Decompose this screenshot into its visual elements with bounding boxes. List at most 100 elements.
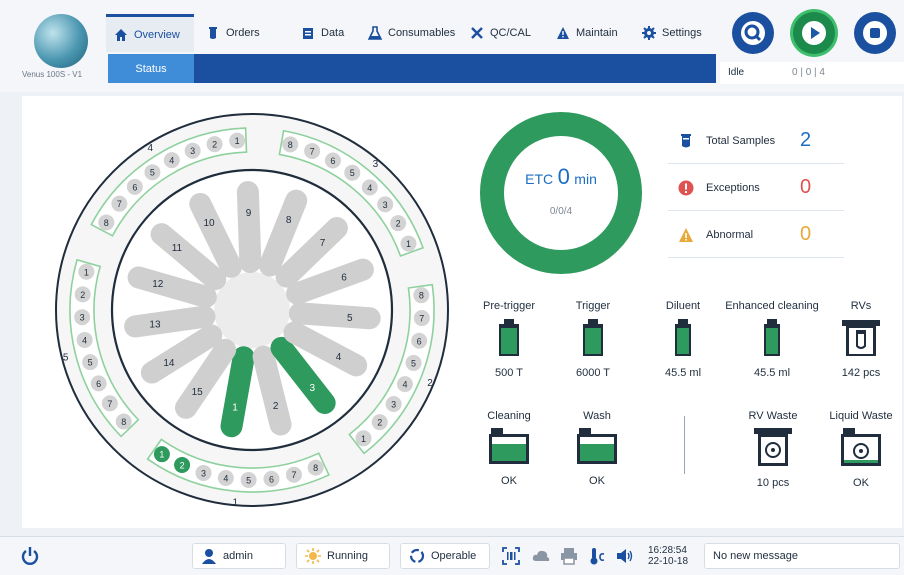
- reaction-position-label: 8: [286, 215, 292, 226]
- time-value: 16:28:54: [648, 545, 687, 556]
- tube-icon: [209, 27, 217, 39]
- play-icon: [802, 21, 826, 45]
- barcode-scanner-icon[interactable]: [502, 547, 520, 565]
- etc-unit: min: [574, 171, 597, 187]
- reaction-position-label: 2: [273, 401, 279, 412]
- reaction-position-label: 3: [310, 383, 316, 394]
- user-button[interactable]: admin: [192, 543, 286, 569]
- tab-consumables[interactable]: Consumables: [360, 14, 463, 52]
- speaker-icon[interactable]: [616, 547, 634, 565]
- consumable-liquid-waste[interactable]: Liquid Waste OK: [822, 410, 900, 489]
- tab-settings[interactable]: Settings: [634, 14, 710, 52]
- sample-slot-label: 7: [107, 399, 112, 409]
- tab-label: Data: [321, 27, 345, 39]
- summary-label: Abnormal: [706, 228, 754, 241]
- sample-slot-label: 3: [190, 146, 195, 156]
- top-header: Venus 100S - V1 Overview Orders Data Con…: [0, 0, 904, 92]
- consumable-value: OK: [501, 475, 517, 487]
- sample-slot-label: 3: [391, 400, 396, 410]
- consumable-value: OK: [589, 475, 605, 487]
- reaction-position-label: 9: [246, 208, 252, 219]
- thermometer-icon[interactable]: [588, 547, 606, 565]
- consumable-diluent[interactable]: Diluent 45.5 ml: [648, 300, 718, 379]
- clock: 16:28:54 22-10-18: [648, 545, 688, 567]
- clipboard-icon: [303, 28, 313, 39]
- sample-slot-label: 3: [201, 468, 206, 478]
- consumable-rv-waste[interactable]: RV Waste 10 pcs: [738, 410, 808, 489]
- sample-slot-label: 8: [104, 218, 109, 228]
- tab-label: Orders: [226, 27, 260, 39]
- sample-slot-label: 6: [96, 379, 101, 389]
- tab-maintain[interactable]: Maintain: [548, 14, 626, 52]
- power-icon[interactable]: [20, 546, 40, 566]
- etc-value: 0: [557, 164, 570, 189]
- stop-button[interactable]: [854, 12, 896, 54]
- sample-slot-label: 1: [406, 239, 411, 249]
- sample-slot-label: 7: [310, 146, 315, 156]
- biohazard-bin-icon: [754, 428, 792, 466]
- sample-slot-label: 4: [169, 156, 174, 166]
- start-button[interactable]: [793, 12, 835, 54]
- reaction-position-label: 1: [232, 403, 238, 414]
- sample-slot-label: 4: [367, 183, 372, 193]
- container-icon: [489, 428, 529, 464]
- warning-icon: [557, 27, 569, 39]
- status-footer: admin Running Operable 16:28:54 22-10-18…: [0, 536, 904, 575]
- consumable-enhanced-cleaning[interactable]: Enhanced cleaning 45.5 ml: [720, 300, 824, 379]
- summary-exceptions[interactable]: Exceptions 0: [668, 165, 844, 211]
- consumable-value: 45.5 ml: [753, 367, 791, 379]
- sample-slot-label: 1: [235, 136, 240, 146]
- sample-slot-label: 8: [288, 140, 293, 150]
- message-box[interactable]: No new message: [704, 543, 900, 569]
- bottle-icon: [764, 319, 780, 356]
- tab-label: Overview: [134, 28, 180, 41]
- search-icon: [741, 21, 765, 45]
- consumable-trigger[interactable]: Trigger 6000 T: [558, 300, 628, 379]
- reaction-tube: [220, 346, 255, 438]
- etc-ring: [480, 112, 642, 274]
- app-name: Venus 100S - V1: [22, 70, 83, 79]
- gear-icon: [642, 26, 656, 40]
- reaction-position-label: 10: [203, 218, 215, 229]
- consumable-wash[interactable]: Wash OK: [562, 410, 632, 487]
- sample-slot-label: 2: [180, 460, 185, 470]
- sample-slot-label: 8: [419, 291, 424, 301]
- reaction-tube: [288, 302, 381, 330]
- tab-orders[interactable]: Orders: [198, 14, 268, 52]
- cloud-icon[interactable]: [532, 547, 550, 565]
- sample-slot-label: 3: [383, 200, 388, 210]
- sample-slot-label: 2: [80, 290, 85, 300]
- system-state-indicator: Operable: [400, 543, 490, 569]
- summary-abnormal[interactable]: Abnormal 0: [668, 212, 844, 258]
- rack-number-label: 2: [427, 378, 433, 389]
- reaction-position-label: 15: [192, 387, 204, 398]
- tab-label: Maintain: [576, 27, 618, 39]
- tab-overview[interactable]: Overview: [106, 14, 194, 52]
- tab-data[interactable]: Data: [293, 14, 352, 52]
- summary-total-samples[interactable]: Total Samples 2: [668, 118, 844, 164]
- consumable-cleaning[interactable]: Cleaning OK: [474, 410, 544, 487]
- consumable-pre-trigger[interactable]: Pre-trigger 500 T: [474, 300, 544, 379]
- subtab-status[interactable]: Status: [108, 54, 194, 83]
- bottle-icon: [583, 319, 603, 356]
- tab-qc-cal[interactable]: QC/CAL: [462, 14, 539, 52]
- search-button[interactable]: [732, 12, 774, 54]
- sample-slot-label: 2: [377, 418, 382, 428]
- stop-icon: [863, 21, 887, 45]
- run-state-label: Running: [327, 550, 368, 562]
- app-logo: [34, 14, 88, 68]
- sample-slot-label: 7: [117, 199, 122, 209]
- reaction-position-label: 12: [152, 279, 164, 290]
- reaction-position-label: 6: [341, 272, 347, 283]
- sample-slot-label: 6: [330, 156, 335, 166]
- tools-icon: [471, 27, 483, 39]
- consumable-rvs[interactable]: RVs 142 pcs: [828, 300, 894, 379]
- consumable-name: Trigger: [575, 300, 611, 312]
- home-icon: [115, 28, 127, 41]
- sample-slot-label: 6: [269, 474, 274, 484]
- bottle-icon: [499, 319, 519, 356]
- printer-icon[interactable]: [560, 547, 578, 565]
- consumable-name: Cleaning: [487, 410, 531, 422]
- sample-slot-label: 4: [223, 473, 228, 483]
- sample-slot-label: 2: [396, 219, 401, 229]
